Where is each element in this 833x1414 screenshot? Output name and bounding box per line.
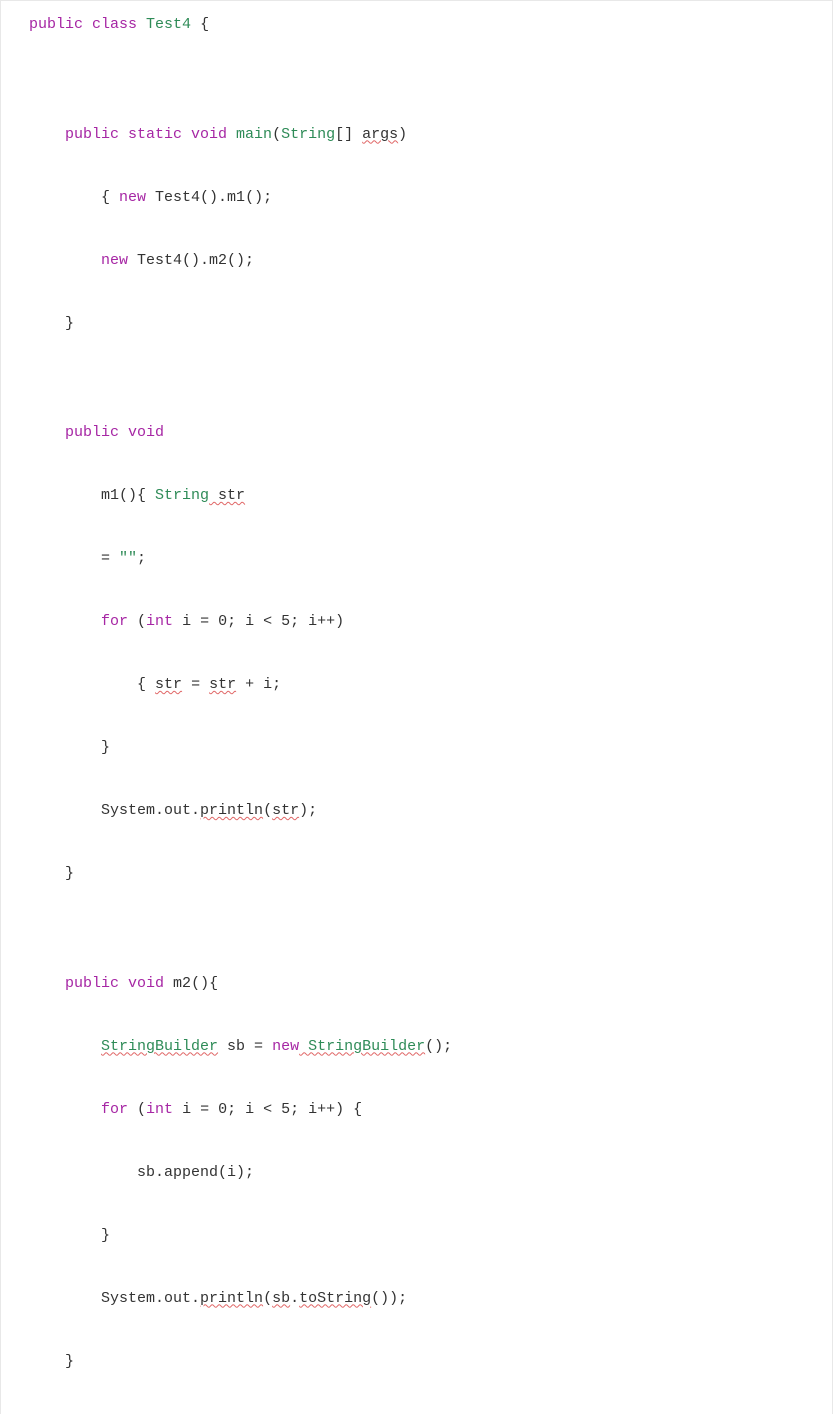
code-line: } <box>29 858 832 890</box>
code-line: for (int i = 0; i < 5; i++) <box>29 606 832 638</box>
code-line <box>29 371 832 386</box>
code-line: StringBuilder sb = new StringBuilder(); <box>29 1031 832 1063</box>
code-line: = ""; <box>29 543 832 575</box>
code-line: new Test4().m2(); <box>29 245 832 277</box>
code-line <box>29 72 832 87</box>
code-line: public void <box>29 417 832 449</box>
code-block: public class Test4 { public static void … <box>29 9 832 1414</box>
code-line: } <box>29 1346 832 1378</box>
code-line: public static void main(String[] args) <box>29 119 832 151</box>
code-line: sb.append(i); <box>29 1157 832 1189</box>
code-line: System.out.println(sb.toString()); <box>29 1283 832 1315</box>
code-line <box>29 921 832 936</box>
code-line: } <box>29 1409 832 1414</box>
code-line: } <box>29 1220 832 1252</box>
code-line: m1(){ String str <box>29 480 832 512</box>
code-line: } <box>29 308 832 340</box>
code-line: { str = str + i; <box>29 669 832 701</box>
code-line: for (int i = 0; i < 5; i++) { <box>29 1094 832 1126</box>
code-line: System.out.println(str); <box>29 795 832 827</box>
code-line: { new Test4().m1(); <box>29 182 832 214</box>
code-line: } <box>29 732 832 764</box>
code-line: public class Test4 { <box>29 9 832 41</box>
code-line: public void m2(){ <box>29 968 832 1000</box>
